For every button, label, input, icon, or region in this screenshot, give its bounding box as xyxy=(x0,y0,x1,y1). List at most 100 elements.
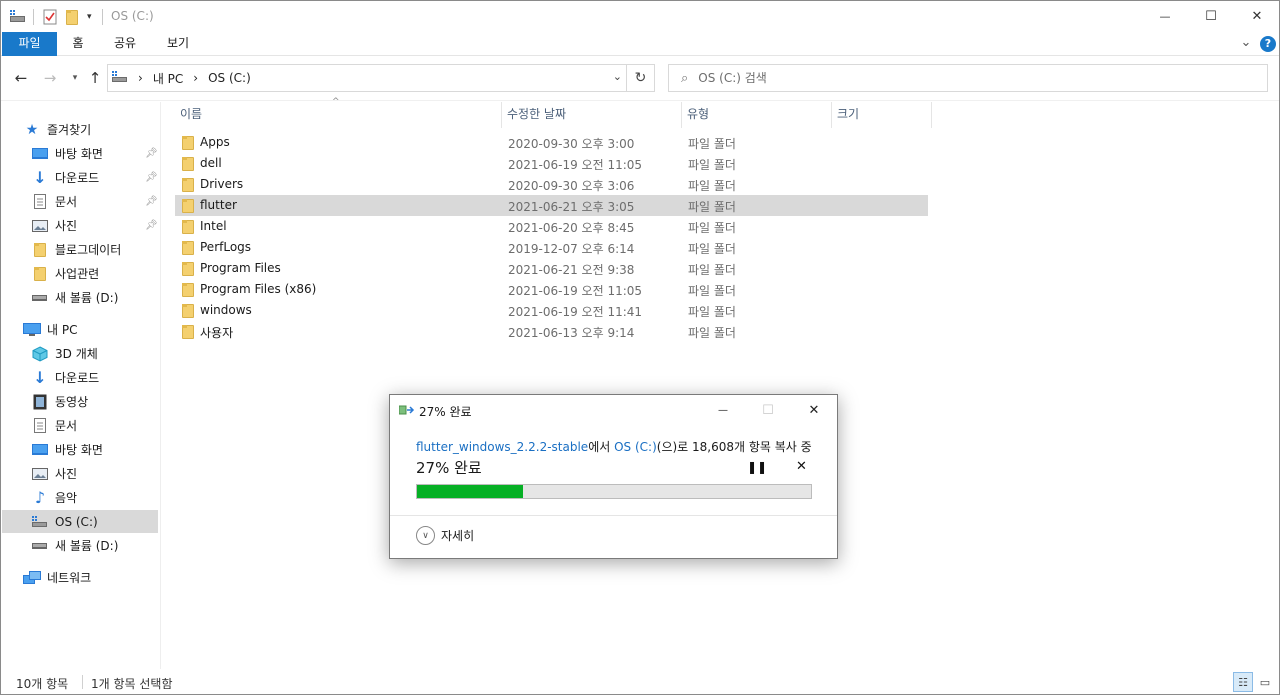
recent-locations-button[interactable]: ▾ xyxy=(64,67,86,89)
file-name: Apps xyxy=(200,135,230,149)
breadcrumb-separator[interactable]: › xyxy=(193,71,198,85)
properties-quick-icon[interactable] xyxy=(43,9,57,25)
more-details-button[interactable]: ∨ 자세히 xyxy=(416,526,474,545)
sidebar-item-music[interactable]: ♪ 음악 xyxy=(31,486,77,509)
folder-icon xyxy=(182,136,194,150)
sidebar-item-label: 사업관련 xyxy=(55,267,100,281)
maximize-icon: ☐ xyxy=(762,402,774,418)
copy-icon xyxy=(398,405,415,417)
address-dropdown-icon[interactable]: ⌄ xyxy=(613,70,622,83)
folder-icon xyxy=(182,178,194,192)
maximize-button[interactable]: ☐ xyxy=(1188,1,1234,32)
minimize-icon: — xyxy=(718,404,728,416)
back-button[interactable]: ← xyxy=(10,67,32,89)
destination-link[interactable]: OS (C:) xyxy=(614,440,657,454)
search-box[interactable]: ⌕ xyxy=(668,64,1268,92)
table-row[interactable]: Program Files 2021-06-21 오전 9:38 파일 폴더 xyxy=(175,258,928,279)
table-row[interactable]: Intel 2021-06-20 오후 8:45 파일 폴더 xyxy=(175,216,928,237)
close-button[interactable]: ✕ xyxy=(1234,1,1280,32)
sidebar-item-blog-data[interactable]: 블로그데이터 xyxy=(31,238,121,261)
table-row[interactable]: Program Files (x86) 2021-06-19 오전 11:05 파일… xyxy=(175,279,928,300)
breadcrumb-os-c[interactable]: OS (C:) xyxy=(208,71,251,85)
arrow-left-icon: ← xyxy=(14,69,28,87)
table-row[interactable]: flutter 2021-06-21 오후 3:05 파일 폴더 xyxy=(175,195,928,216)
column-header-date[interactable]: 수정한 날짜 xyxy=(502,102,682,128)
folder-icon xyxy=(182,241,194,255)
sidebar-item-desktop-pc[interactable]: 바탕 화면 xyxy=(31,438,103,461)
new-folder-quick-icon[interactable] xyxy=(66,9,78,25)
sidebar-item-label: 문서 xyxy=(55,195,78,209)
help-icon[interactable]: ? xyxy=(1260,36,1276,52)
expand-ribbon-icon[interactable]: ⌄ xyxy=(1237,32,1255,56)
table-row[interactable]: Apps 2020-09-30 오후 3:00 파일 폴더 xyxy=(175,132,928,153)
column-header-size[interactable]: 크기 xyxy=(832,102,932,128)
file-type: 파일 폴더 xyxy=(688,326,736,340)
sidebar-item-volume-d[interactable]: 새 볼륨 (D:) xyxy=(31,286,118,309)
table-row[interactable]: 사용자 2021-06-13 오후 9:14 파일 폴더 xyxy=(175,321,928,342)
file-type: 파일 폴더 xyxy=(688,158,736,172)
details-view-button[interactable]: ☷ xyxy=(1233,672,1253,692)
sidebar-item-downloads[interactable]: ↓ 다운로드 xyxy=(31,166,99,189)
table-row[interactable]: dell 2021-06-19 오전 11:05 파일 폴더 xyxy=(175,153,928,174)
dialog-maximize-button[interactable]: ☐ xyxy=(752,399,784,421)
refresh-button[interactable]: ↻ xyxy=(626,65,654,91)
sidebar-item-desktop[interactable]: 바탕 화면 xyxy=(31,142,103,165)
breadcrumb: › 내 PC › OS (C:) xyxy=(112,70,251,87)
breadcrumb-this-pc[interactable]: 내 PC xyxy=(153,70,183,87)
tab-view[interactable]: 보기 xyxy=(157,32,199,56)
music-icon: ♪ xyxy=(34,488,46,507)
search-input[interactable] xyxy=(698,71,1219,85)
column-header-name[interactable]: 이름 xyxy=(175,102,502,128)
source-link[interactable]: flutter_windows_2.2.2-stable xyxy=(416,440,588,454)
table-row[interactable]: PerfLogs 2019-12-07 오후 6:14 파일 폴더 xyxy=(175,237,928,258)
file-type: 파일 폴더 xyxy=(688,284,736,298)
copy-description: flutter_windows_2.2.2-stable에서 OS (C:)(으… xyxy=(416,438,812,455)
dialog-title: 27% 완료 xyxy=(419,405,472,419)
sidebar-item-3d-objects[interactable]: 3D 개체 xyxy=(31,342,98,365)
pause-button[interactable]: ❚❚ xyxy=(747,460,767,474)
tab-share[interactable]: 공유 xyxy=(104,32,146,56)
sidebar-item-documents[interactable]: 문서 xyxy=(31,190,77,213)
large-icons-view-button[interactable]: ▭ xyxy=(1255,672,1275,692)
sidebar-item-pictures-pc[interactable]: 사진 xyxy=(31,462,77,485)
table-row[interactable]: windows 2021-06-19 오전 11:41 파일 폴더 xyxy=(175,300,928,321)
sidebar-item-documents-pc[interactable]: 문서 xyxy=(31,414,77,437)
sidebar-item-volume-d-pc[interactable]: 새 볼륨 (D:) xyxy=(31,534,118,557)
sidebar-item-this-pc[interactable]: 내 PC xyxy=(23,318,77,341)
sidebar-item-quick-access[interactable]: ★ 즐겨찾기 xyxy=(23,118,91,141)
drive-address-icon xyxy=(112,70,128,86)
copy-text-rest: (으)로 18,608개 항목 복사 중 xyxy=(656,440,812,454)
tab-home[interactable]: 홈 xyxy=(61,32,95,56)
up-button[interactable]: ↑ xyxy=(84,67,106,89)
computer-icon xyxy=(23,322,41,338)
breadcrumb-separator[interactable]: › xyxy=(138,71,143,85)
progress-bar-fill xyxy=(417,485,524,498)
dialog-close-button[interactable]: ✕ xyxy=(798,399,830,421)
sidebar-item-downloads-pc[interactable]: ↓ 다운로드 xyxy=(31,366,99,389)
customize-quick-access-icon[interactable]: ▾ xyxy=(87,9,92,25)
dialog-minimize-button[interactable]: — xyxy=(707,399,739,421)
file-name: dell xyxy=(200,156,222,170)
refresh-icon: ↻ xyxy=(634,70,647,86)
tab-file[interactable]: 파일 xyxy=(2,32,57,56)
navigation-bar: ← → ▾ ↑ › 내 PC › OS (C:) ⌄ ↻ ⌕ OS (C:) 검… xyxy=(1,57,1279,101)
column-header-type[interactable]: 유형 xyxy=(682,102,832,128)
address-bar[interactable]: › 내 PC › OS (C:) ⌄ ↻ xyxy=(107,64,655,92)
forward-button[interactable]: → xyxy=(39,67,61,89)
sidebar-item-network[interactable]: 네트워크 xyxy=(23,566,91,589)
minimize-button[interactable]: — xyxy=(1142,1,1188,32)
document-icon xyxy=(31,418,49,434)
folder-icon xyxy=(182,262,194,276)
table-row[interactable]: Drivers 2020-09-30 오후 3:06 파일 폴더 xyxy=(175,174,928,195)
file-type: 파일 폴더 xyxy=(688,242,736,256)
picture-icon xyxy=(31,218,49,234)
sidebar-item-os-c[interactable]: OS (C:) xyxy=(2,510,158,533)
cancel-copy-button[interactable]: ✕ xyxy=(796,459,807,474)
file-modified-date: 2020-09-30 오후 3:00 xyxy=(508,137,635,151)
star-icon: ★ xyxy=(25,121,39,138)
sidebar-item-videos[interactable]: 동영상 xyxy=(31,390,88,413)
pin-icon: 📌︎ xyxy=(145,220,158,231)
sidebar-item-business[interactable]: 사업관련 xyxy=(31,262,99,285)
window-title: OS (C:) xyxy=(111,9,154,23)
sidebar-item-pictures[interactable]: 사진 xyxy=(31,214,77,237)
